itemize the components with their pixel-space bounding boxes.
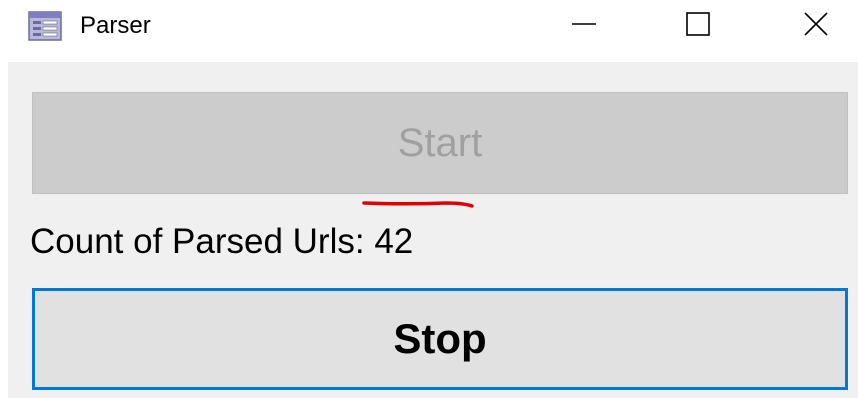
close-button[interactable] — [784, 0, 848, 52]
count-separator: : — [354, 222, 375, 261]
count-label: Count of Parsed Urls — [30, 222, 355, 261]
window-title: Parser — [80, 12, 151, 39]
minimize-icon — [571, 11, 597, 42]
stop-button-label: Stop — [393, 315, 487, 362]
parsed-urls-count: Count of Parsed Urls: 42 — [30, 222, 413, 262]
maximize-icon — [685, 11, 711, 42]
count-value: 42 — [374, 222, 414, 261]
form-client-area: Start Count of Parsed Urls: 42 Stop — [8, 62, 858, 398]
start-button[interactable]: Start — [32, 92, 848, 194]
maximize-button[interactable] — [666, 0, 730, 52]
close-icon — [803, 11, 829, 42]
stop-button[interactable]: Stop — [32, 288, 848, 390]
parser-window: Parser Start Count of Parsed Urls: 42 St… — [0, 0, 858, 398]
start-button-label: Start — [397, 120, 483, 165]
red-underline-annotation — [362, 201, 474, 208]
title-bar[interactable]: Parser — [0, 0, 858, 58]
form-app-icon — [27, 10, 63, 42]
minimize-button[interactable] — [552, 0, 616, 52]
